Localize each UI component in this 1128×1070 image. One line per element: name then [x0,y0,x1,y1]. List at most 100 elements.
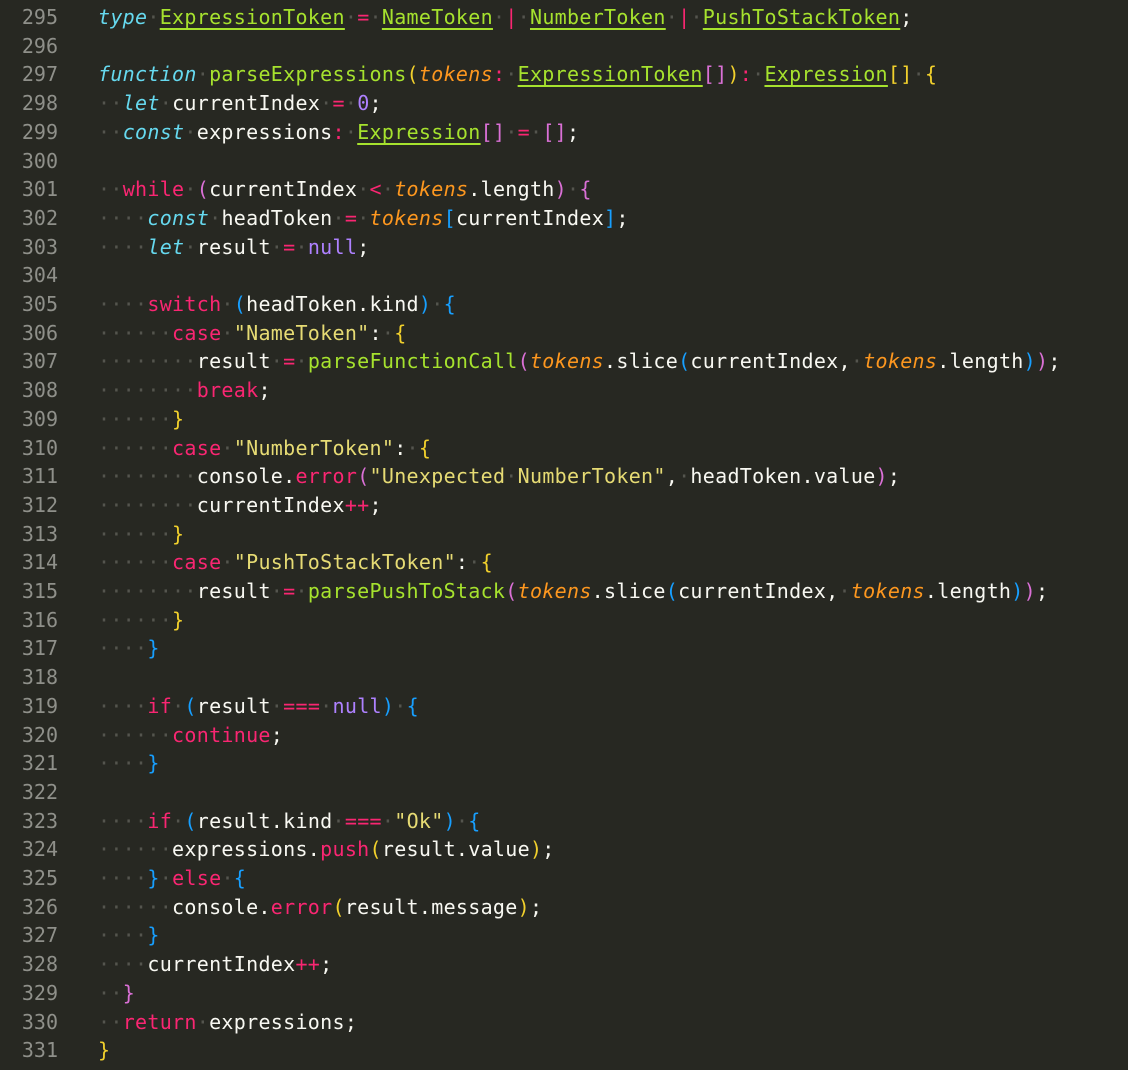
code-token: · [209,205,222,230]
code-line[interactable]: 307 ········result·=·parseFunctionCall(to… [0,347,1128,376]
code-line[interactable]: 320 ······continue; [0,721,1128,750]
code-token: · [505,62,518,87]
code-token: ······ [98,435,173,460]
code-token: if [147,693,173,718]
code-token: currentIndex [196,492,345,517]
code-line[interactable]: 305 ····switch·(headToken.kind)·{ [0,290,1128,319]
code-line[interactable]: 308 ········break; [0,376,1128,405]
code-line[interactable]: 324 ······expressions.push(result.value); [0,835,1128,864]
code-line[interactable]: 330 ··return·expressions; [0,1008,1128,1037]
code-editor[interactable]: 295 type·ExpressionToken·=·NameToken·|·Nu… [0,0,1128,1070]
code-token: } [147,636,160,661]
code-line[interactable]: 318 [0,663,1128,692]
code-token: case [172,550,222,575]
line-number: 327 [21,923,58,948]
code-line[interactable]: 329 ··} [0,979,1128,1008]
code-line[interactable]: 295 type·ExpressionToken·=·NameToken·|·Nu… [0,3,1128,32]
code-line[interactable]: 300 [0,147,1128,176]
code-token: .slice [591,579,666,603]
code-token: ; [369,91,382,116]
code-line[interactable]: 331} [0,1036,1128,1065]
code-token: function [98,62,197,87]
code-text: type·ExpressionToken·=·NameToken·|·Numbe… [98,3,913,32]
code-token: ; [320,952,333,977]
code-token: ·· [98,980,123,1005]
code-text: ····const·headToken·=·tokens[currentInde… [98,204,629,233]
code-line[interactable]: 328 ····currentIndex++; [0,950,1128,979]
code-line[interactable]: 302 ····const·headToken·=·tokens[currentI… [0,204,1128,233]
code-token: < [369,177,382,202]
line-number: 295 [21,5,58,29]
code-token: , [665,464,679,489]
code-line[interactable]: 325 ····}·else·{ [0,864,1128,893]
code-token: } [172,607,185,632]
code-line[interactable]: 322 [0,778,1128,807]
code-token: ) [381,693,395,718]
code-token: } [172,521,185,546]
code-token: · [431,292,444,316]
code-text: ······case·"NumberToken":·{ [98,434,431,463]
code-line[interactable]: 303 ····let·result·=·null; [0,233,1128,262]
line-number: 310 [21,435,58,460]
code-token: } [122,980,136,1005]
code-line[interactable]: 304 [0,261,1128,290]
code-token: ···· [98,808,148,833]
code-text: ········console.error("Unexpected·Number… [98,462,900,491]
code-token: · [147,5,160,29]
code-line[interactable]: 313 ······} [0,520,1128,549]
code-token: · [381,320,395,345]
code-line[interactable]: 315 ········result·=·parsePushToStack(tok… [0,577,1128,606]
code-line[interactable]: 298 ··let·currentIndex·=·0; [0,89,1128,118]
code-line[interactable]: 319 ····if·(result·===·null)·{ [0,692,1128,721]
code-text: ····switch·(headToken.kind)·{ [98,290,456,319]
line-number: 324 [21,837,58,862]
code-token: case [172,435,222,460]
code-token: ···· [98,292,148,316]
line-number: 313 [21,521,58,546]
code-line[interactable]: 317 ····} [0,634,1128,663]
code-token: ; [258,378,271,403]
code-token: ········ [98,349,197,374]
line-number: 305 [21,292,58,316]
code-token: expressions. [172,837,321,862]
code-token: ···· [98,952,148,977]
line-number: 320 [21,722,58,747]
code-token: · [221,550,234,575]
code-token: · [752,62,765,87]
code-line[interactable]: 297 function·parseExpressions(tokens:·Exp… [0,60,1128,89]
code-line[interactable]: 311 ········console.error("Unexpected·Num… [0,462,1128,491]
code-line[interactable]: 309 ······} [0,405,1128,434]
code-token: ExpressionToken [517,62,703,87]
code-line[interactable]: 323 ····if·(result.kind·===·"Ok")·{ [0,807,1128,836]
code-token: ] [604,205,617,230]
code-token: ( [369,837,382,862]
code-token: currentIndex [147,952,296,977]
code-line[interactable]: 301 ··while·(currentIndex·<·tokens.length… [0,175,1128,204]
code-token: result [196,234,271,259]
line-number: 317 [21,636,58,661]
code-line[interactable]: 299 ··const·expressions:·Expression[]·=·[… [0,118,1128,147]
code-line[interactable]: 314 ······case·"PushToStackToken":·{ [0,548,1128,577]
code-token: null [332,693,382,718]
code-token: · [381,177,395,202]
code-line[interactable]: 326 ······console.error(result.message); [0,893,1128,922]
code-text: ········result·=·parsePushToStack(tokens… [98,577,1048,606]
code-line[interactable]: 327 ····} [0,921,1128,950]
code-line[interactable]: 306 ······case·"NameToken":·{ [0,319,1128,348]
code-token: | [678,5,691,29]
line-number: 326 [21,894,58,919]
code-text: ··while·(currentIndex·<·tokens.length)·{ [98,175,592,204]
code-token: result.kind [196,808,333,833]
line-number: 312 [21,492,58,517]
code-text: ········break; [98,376,271,405]
code-token: = [283,579,296,603]
code-line[interactable]: 312 ········currentIndex++; [0,491,1128,520]
code-token: currentIndex [209,177,358,202]
code-line[interactable]: 296 [0,32,1128,61]
line-number: 303 [21,234,58,259]
code-line[interactable]: 316 ······} [0,606,1128,635]
code-line[interactable]: 321 ····} [0,749,1128,778]
code-token: ) [1023,349,1036,374]
code-token: · [690,5,703,29]
code-line[interactable]: 310 ······case·"NumberToken":·{ [0,434,1128,463]
